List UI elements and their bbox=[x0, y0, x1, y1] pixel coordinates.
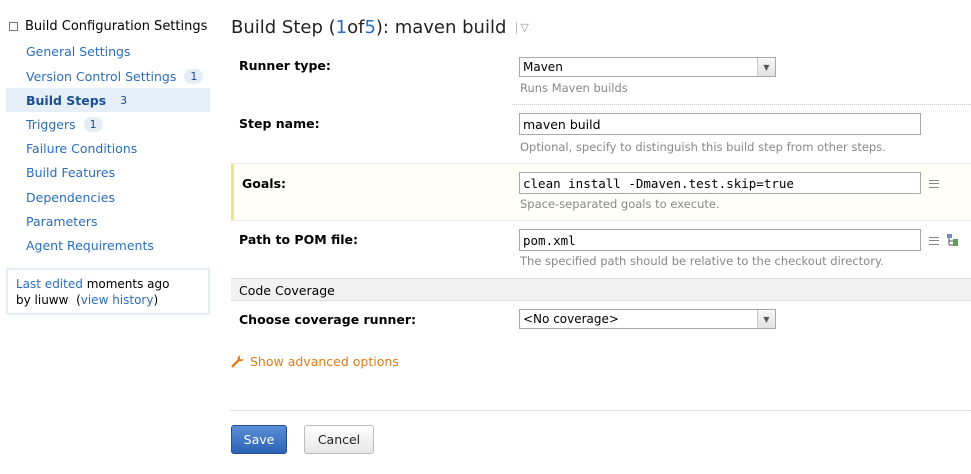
collapse-box-icon[interactable] bbox=[9, 22, 18, 31]
cancel-button[interactable]: Cancel bbox=[304, 425, 374, 454]
last-edited-box: Last edited moments ago by liuww (view h… bbox=[6, 268, 210, 315]
sidebar-item-build-steps[interactable]: Build Steps 3 bbox=[6, 88, 210, 112]
runner-type-note: Runs Maven builds bbox=[520, 81, 628, 95]
count-badge: 1 bbox=[184, 68, 204, 84]
coverage-runner-row: Choose coverage runner: <No coverage> ▼ bbox=[231, 302, 971, 338]
sidebar-item-dependencies[interactable]: Dependencies bbox=[6, 185, 210, 209]
last-edited-link[interactable]: Last edited bbox=[16, 277, 83, 291]
pom-path-label: Path to POM file: bbox=[239, 232, 359, 247]
view-history-link[interactable]: view history bbox=[81, 293, 154, 307]
coverage-runner-label: Choose coverage runner: bbox=[239, 312, 417, 327]
goals-row: Goals: clean install -Dmaven.test.skip=t… bbox=[231, 163, 971, 221]
runner-type-row: Runner type: Maven ▼ Runs Maven builds bbox=[231, 50, 971, 104]
show-advanced-options-link[interactable]: Show advanced options bbox=[231, 354, 399, 369]
sidebar-item-failure-conditions[interactable]: Failure Conditions bbox=[6, 136, 210, 160]
step-name-row: Step name: maven build Optional, specify… bbox=[231, 106, 971, 162]
divider bbox=[231, 410, 971, 411]
save-button[interactable]: Save bbox=[231, 425, 287, 454]
code-coverage-section: Code Coverage bbox=[231, 278, 971, 301]
file-tree-icon[interactable] bbox=[947, 234, 959, 246]
chevron-down-icon[interactable]: ▼ bbox=[757, 310, 775, 328]
chevron-down-icon[interactable]: ▼ bbox=[757, 58, 775, 76]
runner-type-label: Runner type: bbox=[239, 58, 331, 73]
count-badge: 1 bbox=[83, 116, 103, 132]
divider bbox=[512, 104, 971, 105]
page-title: Build Step (1 of 5): maven build ▽ bbox=[231, 17, 529, 38]
coverage-runner-select[interactable]: <No coverage> ▼ bbox=[519, 309, 776, 329]
sidebar-item-general-settings[interactable]: General Settings bbox=[6, 39, 210, 63]
step-name-note: Optional, specify to distinguish this bu… bbox=[520, 140, 886, 154]
sidebar-item-agent-requirements[interactable]: Agent Requirements bbox=[6, 233, 210, 257]
text-editor-icon[interactable] bbox=[929, 237, 939, 245]
wrench-icon bbox=[231, 355, 244, 368]
step-menu-dropdown[interactable]: ▽ bbox=[516, 21, 529, 34]
sidebar-item-parameters[interactable]: Parameters bbox=[6, 209, 210, 233]
text-editor-icon[interactable] bbox=[929, 180, 939, 188]
goals-note: Space-separated goals to execute. bbox=[520, 197, 720, 211]
sidebar-item-version-control-settings[interactable]: Version Control Settings 1 bbox=[6, 64, 210, 88]
goals-label: Goals: bbox=[242, 176, 287, 191]
section-title: Code Coverage bbox=[239, 283, 335, 298]
runner-type-select[interactable]: Maven ▼ bbox=[519, 57, 776, 77]
total-steps-link[interactable]: 5 bbox=[364, 17, 375, 38]
goals-input[interactable]: clean install -Dmaven.test.skip=true bbox=[519, 172, 921, 194]
step-name-input[interactable]: maven build bbox=[519, 113, 921, 135]
pom-path-row: Path to POM file: pom.xml The specified … bbox=[231, 222, 971, 278]
sidebar-item-triggers[interactable]: Triggers 1 bbox=[6, 112, 210, 136]
sidebar-item-build-features[interactable]: Build Features bbox=[6, 160, 210, 184]
pom-path-input[interactable]: pom.xml bbox=[519, 229, 921, 251]
sidebar-title[interactable]: Build Configuration Settings bbox=[9, 19, 207, 34]
chevron-down-icon[interactable]: ▽ bbox=[520, 21, 528, 34]
count-badge: 3 bbox=[120, 93, 128, 107]
step-name-label: Step name: bbox=[239, 116, 320, 131]
pom-path-note: The specified path should be relative to… bbox=[520, 254, 884, 268]
current-step-link[interactable]: 1 bbox=[336, 17, 347, 38]
